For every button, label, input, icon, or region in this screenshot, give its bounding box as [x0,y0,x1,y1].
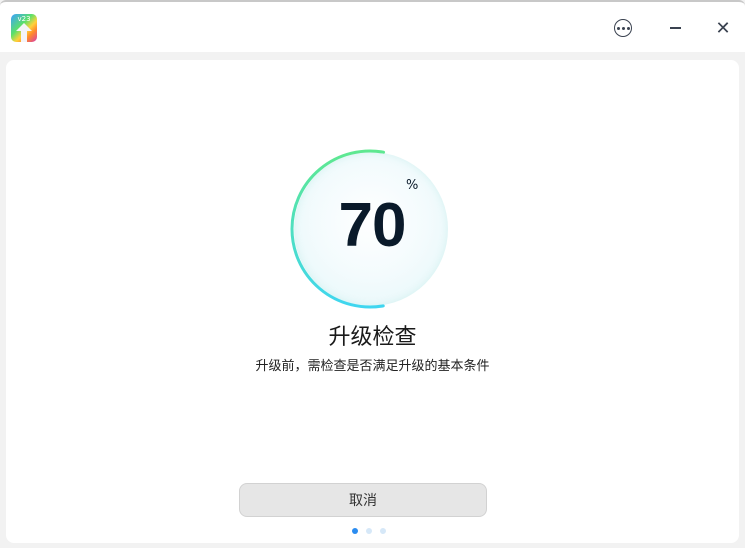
more-circle-icon [614,19,632,37]
more-menu-button[interactable] [611,16,635,40]
close-icon: ✕ [715,17,731,39]
cancel-button[interactable]: 取消 [239,483,487,517]
close-button[interactable]: ✕ [711,16,735,40]
page-description: 升级前，需检查是否满足升级的基本条件 [255,359,490,374]
title-bar: v23 ✕ [0,0,745,52]
progress-unit: % [406,178,419,193]
app-logo: v23 [11,14,37,42]
page-dot[interactable] [352,528,358,534]
minimize-icon [669,27,681,29]
minimize-button[interactable] [663,16,687,40]
page-indicator [352,528,386,534]
page-dot[interactable] [380,528,386,534]
page-dot[interactable] [366,528,372,534]
progress-value: 70 [338,191,407,260]
page-title: 升级检查 [328,325,417,350]
